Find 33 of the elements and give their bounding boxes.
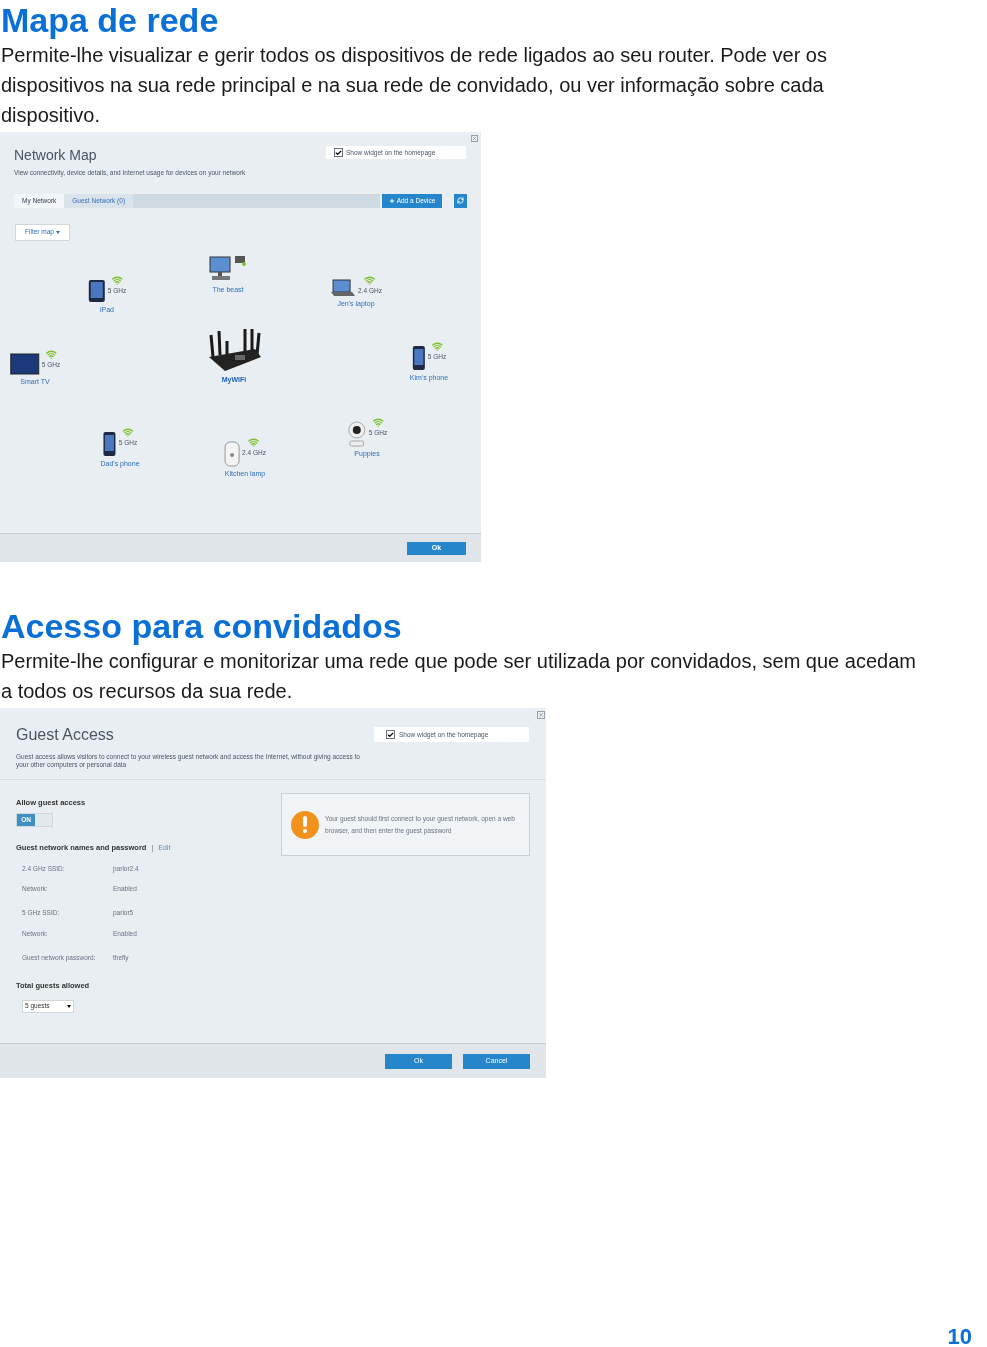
- wifi-signal-icon: [111, 274, 123, 286]
- desktop-computer-icon: [209, 254, 247, 283]
- television-icon: [9, 352, 40, 375]
- section-heading: Mapa de rede: [1, 0, 220, 40]
- refresh-button[interactable]: [454, 193, 467, 208]
- wifi-signal-icon: [122, 426, 134, 438]
- smart-plug-icon: [224, 440, 241, 467]
- section-heading: Acesso para convidados: [1, 606, 403, 646]
- section-paragraph: Permite-lhe configurar e monitorizar uma rede que pode ser utilizada por convidados, sem que acedam a todos os recursos da sua rede.: [1, 649, 917, 704]
- check-icon: [335, 148, 342, 157]
- widget-checkbox[interactable]: [386, 730, 395, 739]
- close-icon[interactable]: [471, 135, 478, 142]
- phone-icon: [411, 344, 426, 371]
- close-icon[interactable]: [537, 711, 545, 719]
- wifi-signal-icon: [372, 416, 384, 428]
- warning-icon: [291, 810, 319, 839]
- page-number: 10: [947, 1323, 972, 1347]
- laptop-icon: [330, 278, 357, 297]
- widget-checkbox[interactable]: [334, 148, 343, 157]
- window-title: Guest Access: [16, 725, 115, 745]
- window-title: Network Map: [14, 146, 97, 165]
- caret-icon: [55, 230, 60, 234]
- wifi-signal-icon: [431, 340, 443, 352]
- caret-icon: [67, 1004, 71, 1008]
- tablet-icon: [87, 278, 106, 303]
- phone-icon: [102, 430, 117, 457]
- refresh-icon: [457, 197, 464, 205]
- wifi-signal-icon: [45, 348, 57, 360]
- wifi-signal-icon: [364, 274, 376, 286]
- camera-icon: [346, 420, 367, 447]
- check-icon: [387, 730, 394, 739]
- wifi-signal-icon: [248, 436, 260, 448]
- section-paragraph: Permite-lhe visualizar e gerir todos os dispositivos de rede ligados ao seu router. Pode ver os dispositivos na sua rede principal e na sua rede de convidado, ou ver informação sobre cada dispositivo.: [1, 43, 828, 128]
